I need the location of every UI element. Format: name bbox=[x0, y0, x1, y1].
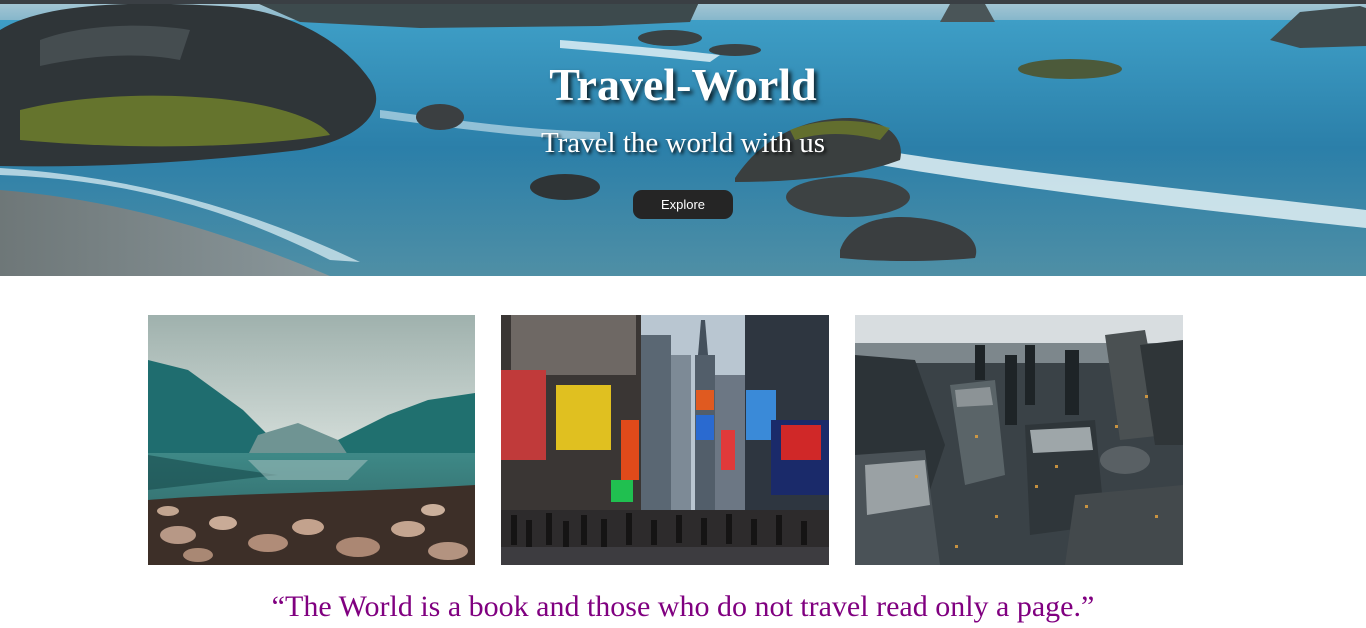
hero-title: Travel-World bbox=[549, 59, 817, 110]
lake-image bbox=[148, 315, 475, 565]
hero-subtitle: Travel the world with us bbox=[540, 127, 826, 159]
travel-quote: “The World is a book and those who do no… bbox=[271, 590, 1095, 623]
aerial-city-image bbox=[855, 315, 1183, 565]
city-street-image bbox=[501, 315, 829, 565]
top-border bbox=[0, 0, 1366, 4]
explore-button[interactable]: Explore bbox=[633, 190, 733, 219]
hero-banner: Travel-World Travel the world with us Ex… bbox=[0, 0, 1366, 276]
